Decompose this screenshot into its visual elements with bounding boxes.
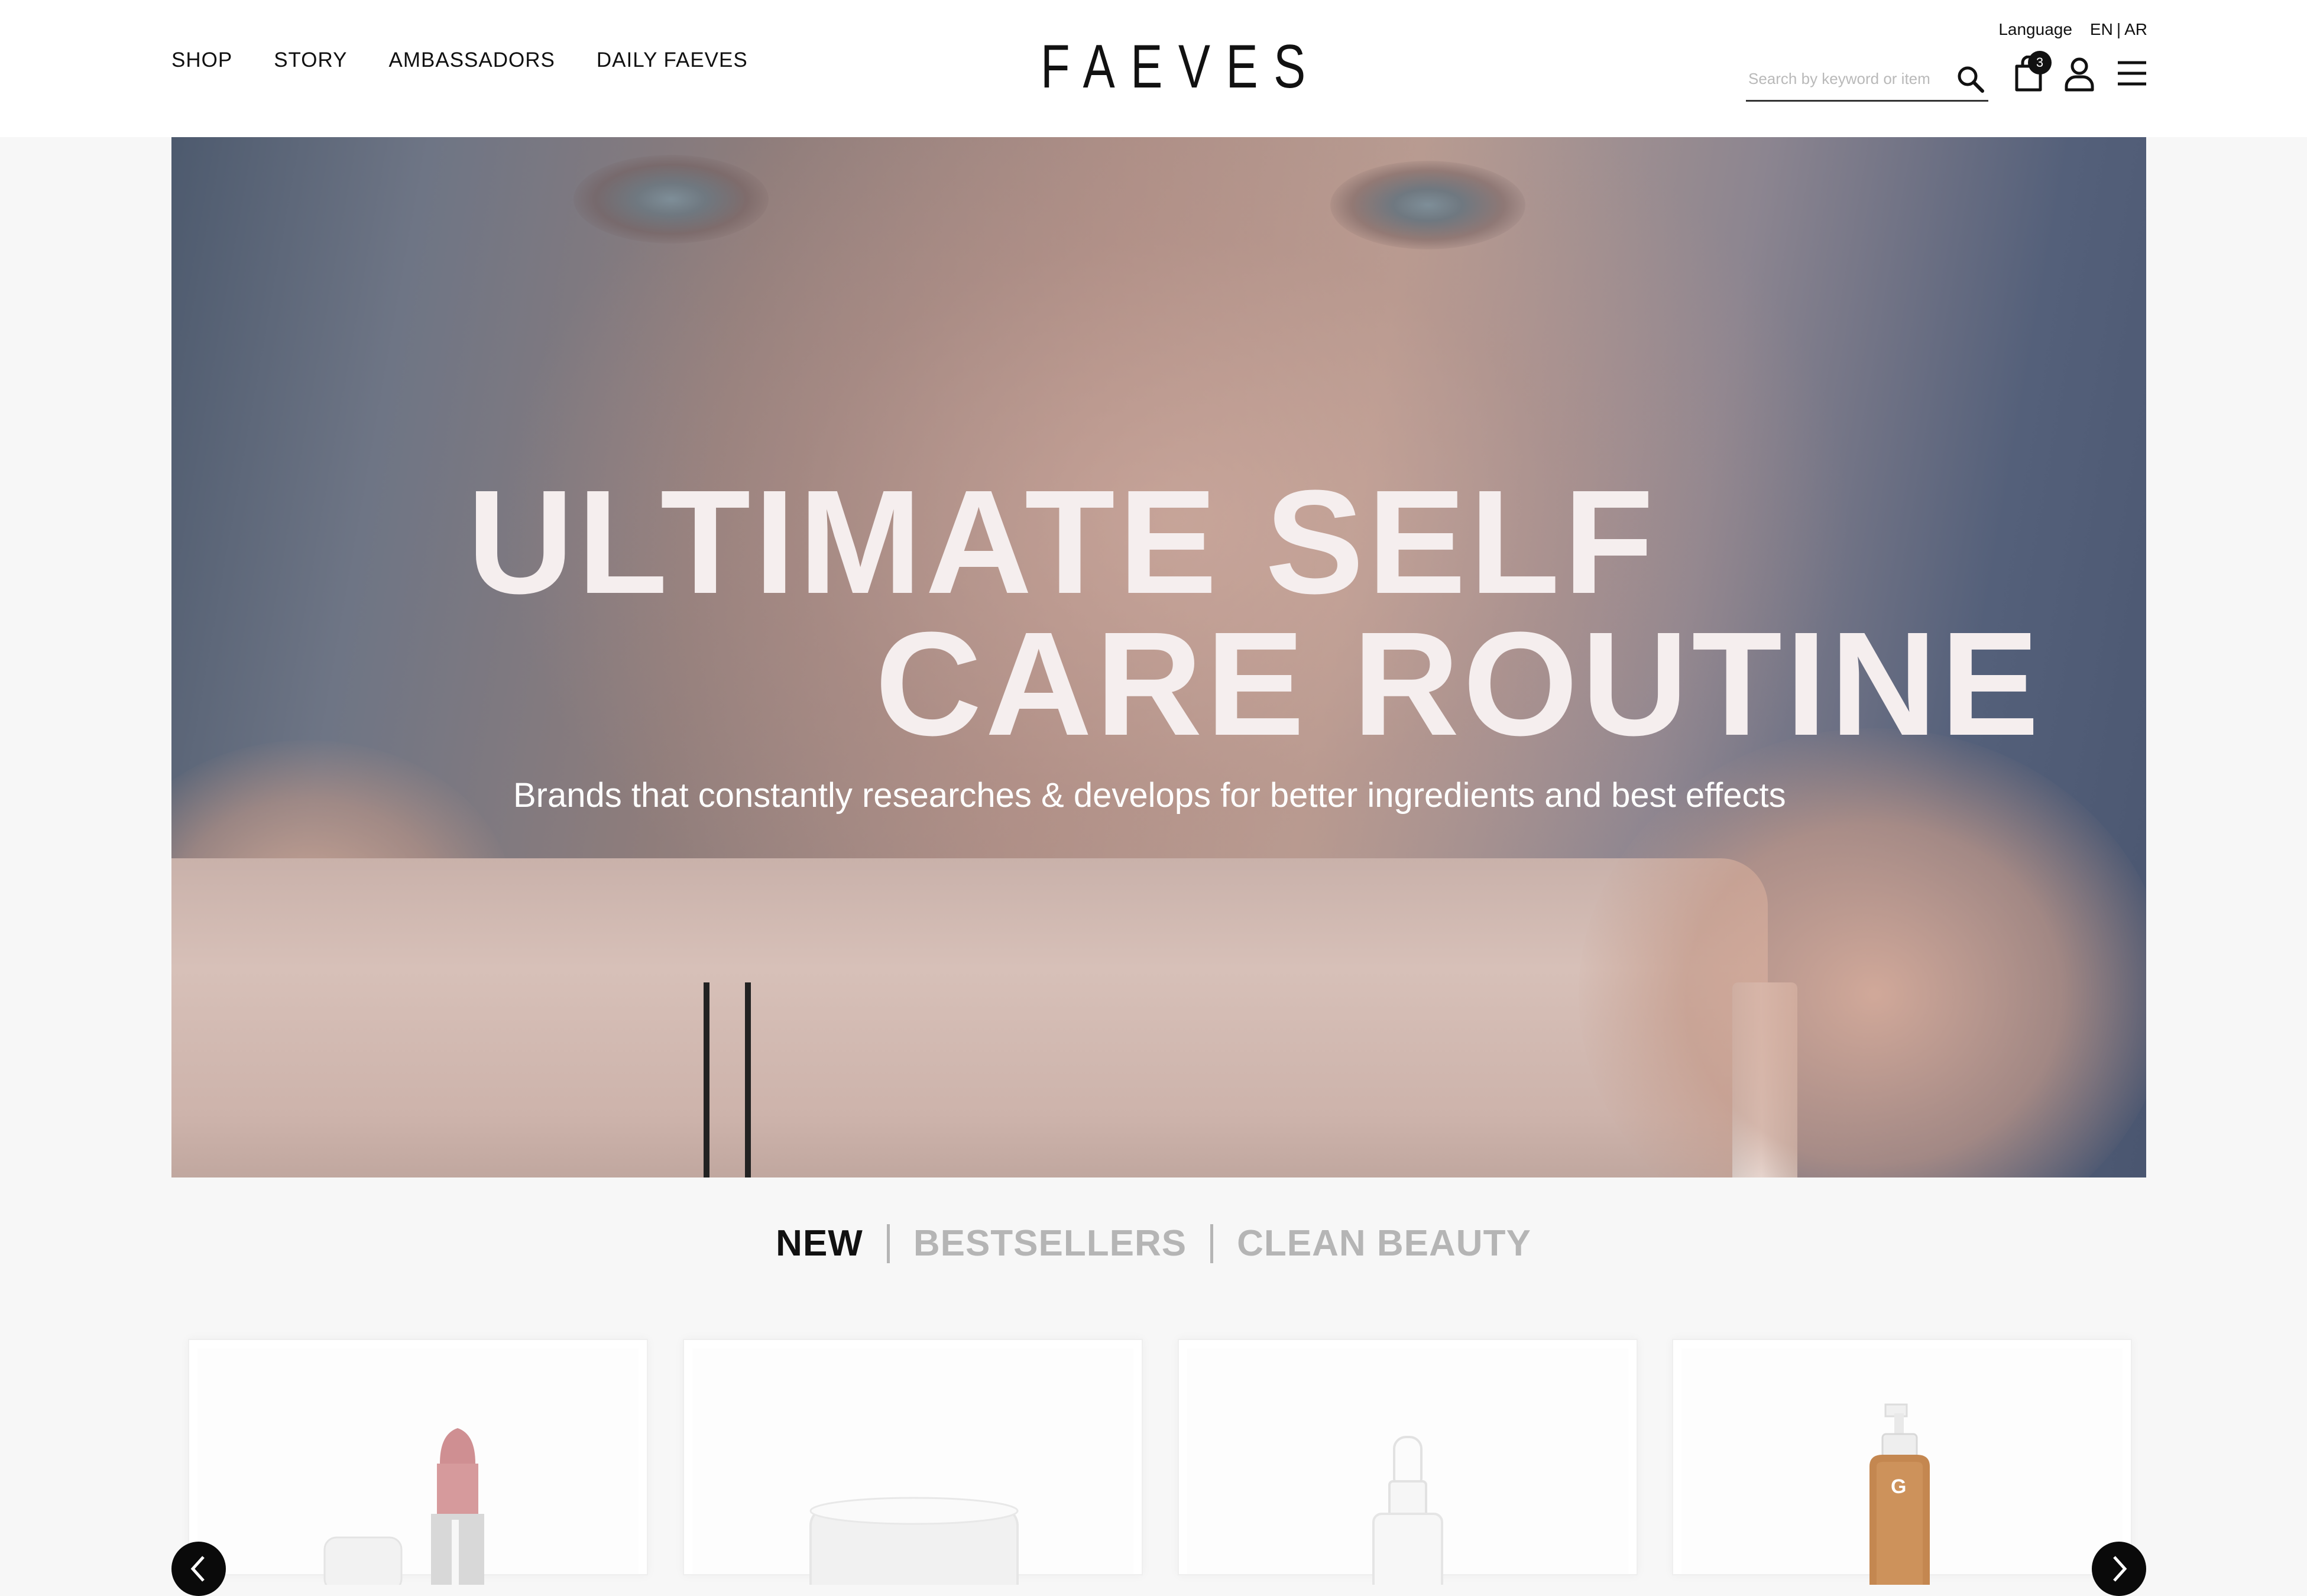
search-input[interactable] [1748, 64, 1943, 93]
dropper-serum-product-image [1372, 1436, 1443, 1596]
lipstick-product-image [323, 1428, 484, 1596]
tab-divider [886, 1224, 890, 1263]
hero-banner[interactable]: ULTIMATE SELF CARE ROUTINE Brands that c… [171, 137, 2146, 1177]
hero-image-eye-right [1330, 161, 1525, 249]
carousel-prev-button[interactable] [171, 1542, 226, 1596]
tab-new[interactable]: NEW [776, 1222, 863, 1264]
language-label: Language [1998, 20, 2072, 38]
search-icon[interactable] [1954, 63, 1987, 96]
product-card[interactable] [1178, 1339, 1638, 1596]
pump-bottle-product-image: G [1869, 1403, 1930, 1596]
language-option-ar[interactable]: AR [2124, 20, 2147, 39]
hero-subtitle: Brands that constantly researches & deve… [513, 776, 1786, 815]
carousel-next-button[interactable] [2092, 1542, 2146, 1596]
main-nav: SHOP STORY AMBASSADORS DAILY FAEVES [171, 48, 748, 72]
language-switcher: Language EN | AR [1998, 20, 2147, 39]
svg-text:G: G [1891, 1475, 1906, 1498]
nav-daily-faeves[interactable]: DAILY FAEVES [597, 48, 748, 72]
hero-headline-line2: CARE ROUTINE [875, 601, 2043, 766]
user-icon[interactable] [2063, 57, 2095, 92]
product-image-area [197, 1348, 639, 1596]
site-header: SHOP STORY AMBASSADORS DAILY FAEVES FAEV… [0, 0, 2307, 137]
cream-jar-product-image [809, 1497, 1019, 1596]
tab-divider [1210, 1224, 1214, 1263]
cart-count-badge: 3 [2028, 51, 2052, 74]
hero-headline-line1: ULTIMATE SELF [467, 459, 1657, 624]
tab-clean-beauty[interactable]: CLEAN BEAUTY [1237, 1222, 1531, 1264]
hamburger-menu-icon[interactable] [2117, 59, 2147, 87]
product-card[interactable] [683, 1339, 1143, 1596]
product-image-area [692, 1348, 1133, 1596]
product-card[interactable] [188, 1339, 648, 1596]
nav-ambassadors[interactable]: AMBASSADORS [389, 48, 555, 72]
hero-image-product-tube [171, 858, 1768, 1177]
product-card[interactable]: G [1672, 1339, 2132, 1596]
brand-logo[interactable]: FAEVES [1041, 34, 1305, 99]
chevron-left-icon [190, 1556, 205, 1582]
chevron-right-icon [2113, 1556, 2127, 1582]
search-bar [1746, 59, 1988, 102]
hero-image-eye-left [573, 155, 769, 244]
product-image-area [1187, 1348, 1628, 1596]
product-tabs: NEW BESTSELLERS CLEAN BEAUTY [0, 1222, 2307, 1264]
language-divider: | [2116, 20, 2121, 38]
nav-story[interactable]: STORY [274, 48, 347, 72]
language-option-en[interactable]: EN [2090, 20, 2113, 39]
product-image-area: G [1681, 1348, 2123, 1596]
nav-shop[interactable]: SHOP [171, 48, 232, 72]
hero-image-tube-label [704, 982, 751, 1177]
tab-bestsellers[interactable]: BESTSELLERS [913, 1222, 1187, 1264]
